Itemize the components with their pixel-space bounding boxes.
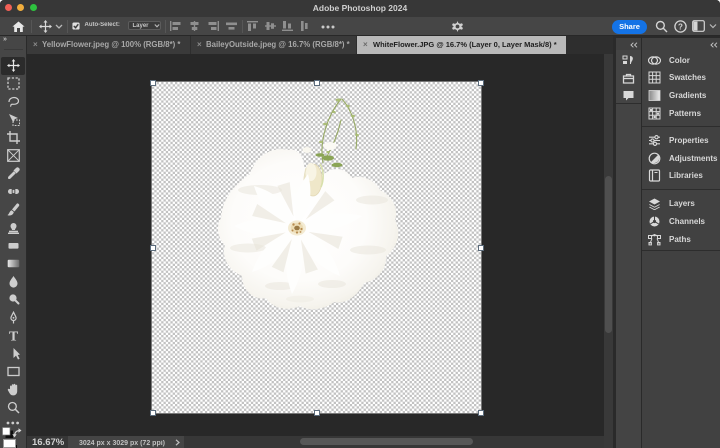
svg-text:T: T [9,329,19,342]
svg-text:3024 px x 3029 px (72 ppi): 3024 px x 3029 px (72 ppi) [79,440,165,447]
svg-text:?: ? [678,22,683,31]
